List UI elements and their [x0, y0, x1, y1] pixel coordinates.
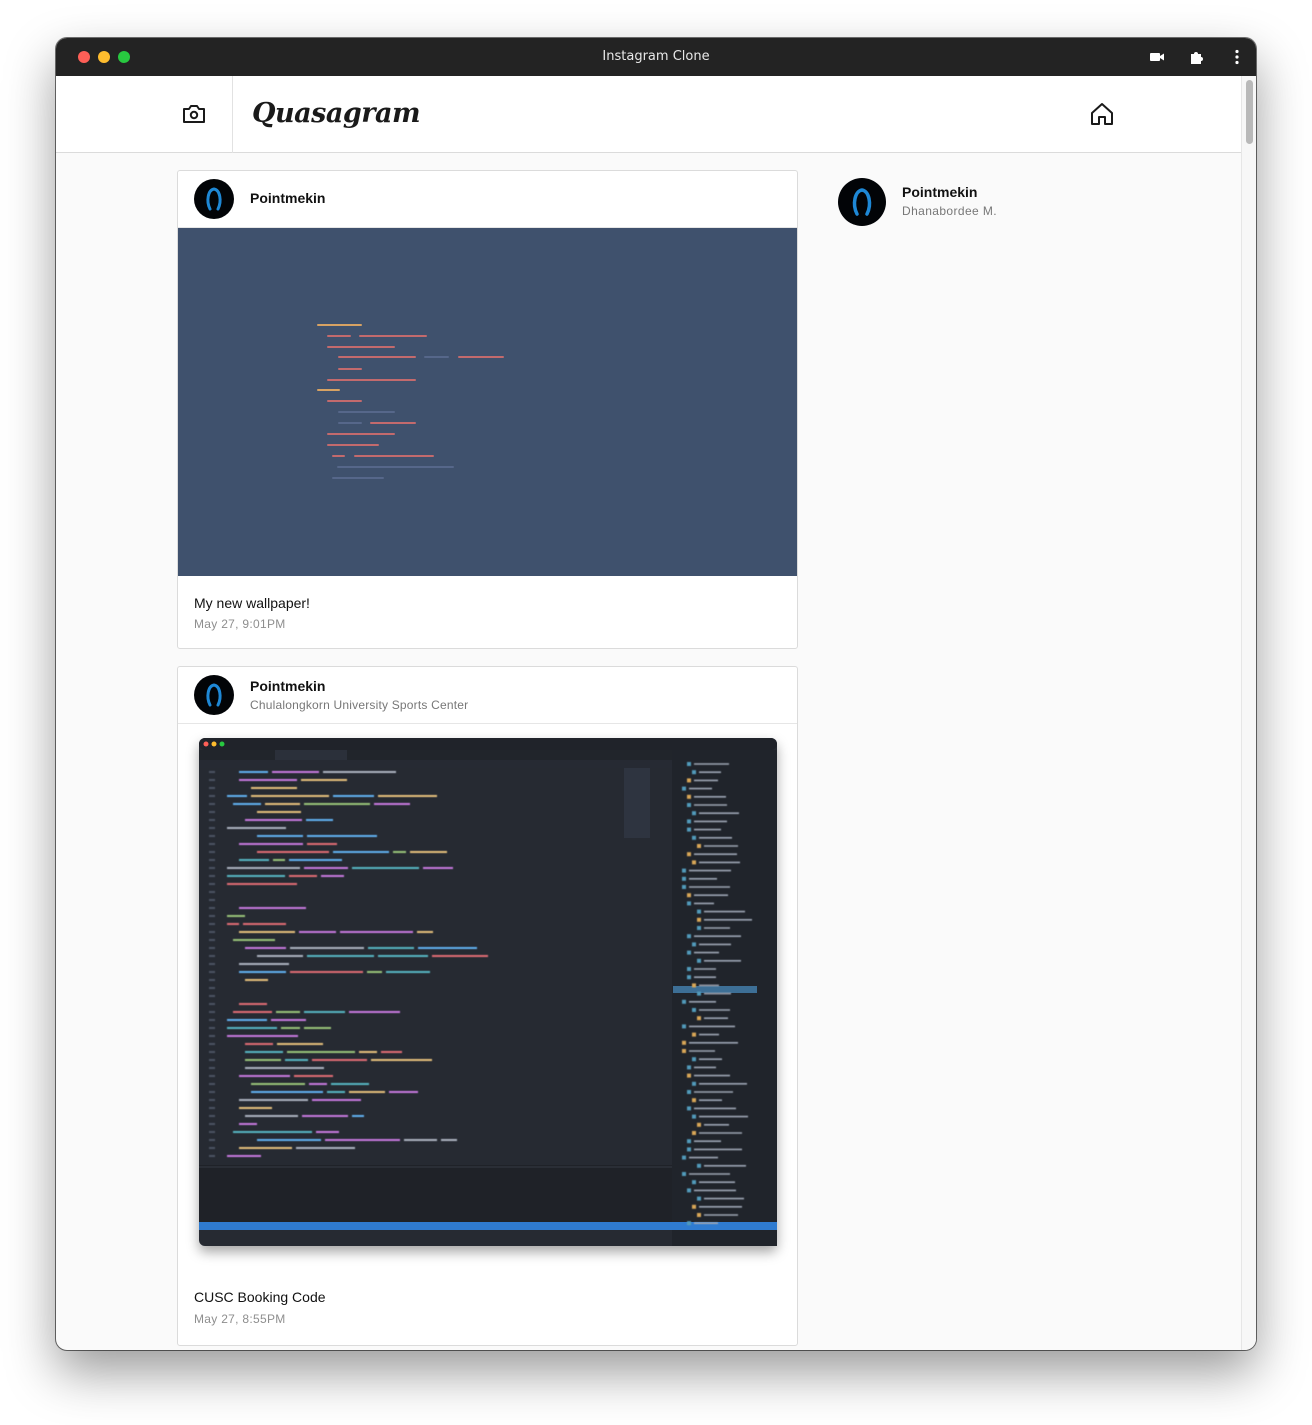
wallpaper-code-art	[317, 324, 504, 479]
file-tree-icon	[692, 942, 696, 947]
file-tree-icon	[687, 762, 691, 766]
avatar-logo-icon	[206, 187, 222, 211]
file-tree-icon	[682, 1172, 686, 1176]
file-tree-icon	[687, 778, 691, 783]
file-tree-icon	[697, 917, 701, 922]
post-username[interactable]: Pointmekin	[250, 678, 325, 694]
camera-icon[interactable]	[180, 100, 208, 128]
file-tree-icon	[692, 1114, 696, 1119]
file-tree-icon	[687, 1106, 691, 1111]
file-tree-icon	[697, 958, 701, 963]
file-tree-icon	[697, 1122, 701, 1127]
file-tree-icon	[682, 1049, 686, 1053]
file-tree-icon	[682, 1040, 686, 1045]
file-tree-icon	[687, 967, 691, 971]
more-vertical-icon[interactable]	[1228, 48, 1246, 66]
file-tree-icon	[697, 1196, 701, 1201]
file-tree-icon	[682, 885, 686, 889]
file-tree-icon	[687, 893, 691, 898]
file-tree-icon	[687, 1090, 691, 1094]
window-title: Instagram Clone	[602, 49, 710, 64]
post-location[interactable]: Chulalongkorn University Sports Center	[250, 698, 468, 712]
post-date: May 27, 9:01PM	[194, 617, 286, 631]
file-tree-icon	[687, 819, 691, 824]
file-tree-icon	[697, 1213, 701, 1217]
file-tree-icon	[687, 975, 691, 980]
sidebar-full-name: Dhanabordee M.	[902, 204, 997, 218]
file-tree-icon	[682, 876, 686, 881]
file-tree-icon	[692, 1098, 696, 1103]
file-tree-icon	[697, 991, 701, 996]
scrollbar-thumb[interactable]	[1246, 80, 1253, 144]
file-tree-icon	[682, 868, 686, 873]
file-tree-icon	[682, 1155, 686, 1160]
extensions-puzzle-icon[interactable]	[1188, 48, 1206, 66]
avatar[interactable]	[194, 179, 234, 219]
file-tree-icon	[687, 1065, 691, 1070]
file-tree-icon	[687, 794, 691, 799]
file-tree-icon	[692, 770, 696, 775]
avatar[interactable]	[194, 675, 234, 715]
file-tree-icon	[692, 1204, 696, 1209]
file-tree-icon	[697, 926, 701, 930]
page-scrollbar[interactable]	[1241, 76, 1256, 1350]
home-icon[interactable]	[1088, 100, 1116, 128]
sidebar-profile: Pointmekin Dhanabordee M.	[838, 178, 1138, 228]
file-tree-icon	[692, 1131, 696, 1135]
post-header: Pointmekin Chulalongkorn University Spor…	[178, 667, 797, 724]
file-tree-icon	[697, 909, 701, 914]
file-tree-icon	[687, 827, 691, 832]
file-tree-icon	[687, 1073, 691, 1078]
page-viewport: Quasagram Pointmekin My new wallpaper! M…	[56, 76, 1256, 1350]
file-tree-icon	[697, 844, 701, 848]
post-date: May 27, 8:55PM	[194, 1312, 286, 1326]
post-username[interactable]: Pointmekin	[250, 190, 325, 206]
post-header: Pointmekin	[178, 171, 797, 228]
avatar-logo-icon	[852, 188, 872, 216]
top-nav: Quasagram	[56, 76, 1241, 153]
app-logo[interactable]: Quasagram	[252, 98, 421, 129]
post-caption: CUSC Booking Code	[194, 1289, 326, 1305]
file-tree-icon	[687, 1188, 691, 1193]
file-tree-icon	[682, 999, 686, 1004]
header-divider	[232, 76, 233, 153]
file-tree-icon	[697, 1016, 701, 1021]
file-tree-icon	[692, 983, 696, 988]
file-tree-icon	[697, 1163, 701, 1168]
file-tree-icon	[687, 803, 691, 807]
file-tree-icon	[682, 786, 686, 791]
file-tree-icon	[692, 860, 696, 865]
file-tree-icon	[692, 1180, 696, 1185]
file-tree-icon	[692, 1081, 696, 1086]
post-card: Pointmekin Chulalongkorn University Spor…	[177, 666, 798, 1346]
avatar[interactable]	[838, 178, 886, 226]
file-tree-icon	[687, 1139, 691, 1144]
post-card: Pointmekin My new wallpaper! May 27, 9:0…	[177, 170, 798, 649]
file-tree-icon	[692, 1032, 696, 1037]
post-image[interactable]	[178, 228, 797, 576]
post-caption: My new wallpaper!	[194, 595, 310, 611]
file-tree-icon	[687, 950, 691, 955]
file-tree-icon	[692, 1008, 696, 1012]
file-tree-icon	[687, 852, 691, 857]
file-tree-icon	[682, 1024, 686, 1029]
file-tree-icon	[687, 934, 691, 939]
avatar-logo-icon	[206, 683, 222, 707]
video-camera-icon[interactable]	[1148, 48, 1166, 66]
file-tree-icon	[692, 811, 696, 816]
sidebar-username[interactable]: Pointmekin	[902, 184, 977, 200]
code-editor-screenshot	[199, 738, 777, 1246]
window-titlebar: Instagram Clone	[56, 38, 1256, 76]
file-tree-icon	[692, 1057, 696, 1062]
app-window: Instagram Clone Quasagram Pointmekin My …	[56, 38, 1256, 1350]
file-tree-icon	[687, 1221, 691, 1226]
file-tree-icon	[687, 1147, 691, 1152]
file-tree-icon	[687, 901, 691, 906]
file-tree-icon	[692, 835, 696, 840]
post-image[interactable]	[178, 724, 797, 1272]
